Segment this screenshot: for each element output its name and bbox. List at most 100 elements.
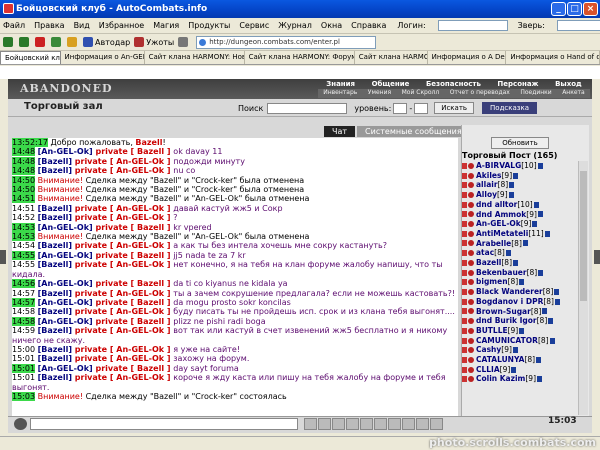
message-from[interactable]: [An-GEL-Ok]: [38, 317, 93, 326]
info-icon[interactable]: [536, 356, 542, 363]
info-icon[interactable]: [538, 269, 544, 276]
user-name[interactable]: allair: [476, 180, 498, 190]
uzhoty-button[interactable]: Ужоты: [134, 37, 174, 47]
private-icon[interactable]: [462, 211, 467, 218]
private-icon[interactable]: [462, 279, 467, 286]
message-time[interactable]: 14:48: [12, 147, 36, 157]
message-time[interactable]: 13:52:17: [12, 138, 48, 147]
message-time[interactable]: 14:51: [12, 194, 36, 204]
private-icon[interactable]: [462, 172, 467, 179]
menu-journal[interactable]: Журнал: [278, 21, 312, 30]
user-name[interactable]: BUTLLE: [476, 326, 508, 336]
private-icon[interactable]: [462, 327, 467, 334]
smiles-icon[interactable]: [332, 418, 345, 430]
message-private-to[interactable]: private [ An-GEL-Ok ]: [72, 289, 173, 298]
chat-options-icon[interactable]: [402, 418, 415, 430]
message-time[interactable]: 14:58: [12, 307, 36, 317]
tab-combats[interactable]: Бойцовский клуб: [0, 51, 61, 64]
private-icon[interactable]: [462, 318, 467, 325]
chat-log[interactable]: 13:52:17 Добро пожаловать, Bazell! 14:48 …: [12, 138, 458, 416]
menu-knowledge[interactable]: Знания: [326, 80, 355, 89]
message-private-to[interactable]: private [ Bazell ]: [93, 364, 174, 373]
message-private-to[interactable]: private [ An-GEL-Ok ]: [72, 166, 173, 175]
user-name[interactable]: Colin Kazim: [476, 374, 525, 384]
private-icon[interactable]: [462, 221, 467, 228]
beast-select[interactable]: [556, 20, 600, 31]
message-from[interactable]: [An-GEL-Ok]: [38, 364, 93, 373]
message-time[interactable]: 14:59: [12, 326, 36, 336]
private-icon[interactable]: [462, 162, 467, 169]
stop-button[interactable]: [35, 37, 47, 47]
message-from[interactable]: [An-GEL-Ok]: [38, 298, 93, 307]
info-icon[interactable]: [519, 327, 525, 334]
message-from[interactable]: [Bazell]: [38, 213, 72, 222]
info-icon[interactable]: [533, 201, 539, 208]
menu-edit[interactable]: Правка: [34, 21, 64, 30]
menu-windows[interactable]: Окна: [321, 21, 342, 30]
message-time[interactable]: 14:58: [12, 316, 36, 326]
message-time[interactable]: 15:01: [12, 373, 36, 383]
message-time[interactable]: 15:01: [12, 363, 36, 373]
level-to-input[interactable]: [414, 102, 429, 114]
message-from[interactable]: [Bazell]: [38, 354, 72, 363]
private-icon[interactable]: [462, 337, 467, 344]
message-time[interactable]: 14:55: [12, 250, 36, 260]
private-icon[interactable]: [462, 298, 467, 305]
info-icon[interactable]: [554, 298, 560, 305]
hint-button[interactable]: Подсказка: [482, 102, 538, 114]
search-input[interactable]: [267, 102, 348, 114]
translit-icon[interactable]: [346, 418, 359, 430]
private-icon[interactable]: [462, 366, 467, 373]
back-button[interactable]: [3, 37, 15, 47]
user-name[interactable]: Bogdanov i DPR: [476, 297, 543, 307]
tab-system-messages[interactable]: Системные сообщения: [357, 126, 470, 137]
info-icon[interactable]: [554, 288, 560, 295]
info-icon[interactable]: [508, 191, 514, 198]
user-name[interactable]: Arabelle: [476, 239, 511, 249]
message-private-to[interactable]: private [ Bazell ]: [93, 251, 174, 260]
message-from[interactable]: [An-GEL-Ok]: [38, 279, 93, 288]
right-collapse-arrow[interactable]: [594, 250, 600, 264]
left-collapse-arrow[interactable]: [0, 250, 6, 264]
menu-favorites[interactable]: Избранное: [99, 21, 144, 30]
message-time[interactable]: 14:57: [12, 288, 36, 298]
menu-communication[interactable]: Общение: [372, 80, 410, 89]
private-icon[interactable]: [462, 308, 467, 315]
message-from[interactable]: [An-GEL-Ok]: [38, 223, 93, 232]
message-private-to[interactable]: private [ An-GEL-Ok ]: [72, 157, 173, 166]
message-time[interactable]: 14:51: [12, 203, 36, 213]
info-icon[interactable]: [537, 162, 543, 169]
message-private-to[interactable]: private [ An-GEL-Ok ]: [72, 326, 173, 335]
submenu-my-scroll[interactable]: Мой Скролл: [402, 89, 440, 98]
message-from[interactable]: [Bazell]: [38, 326, 72, 335]
info-icon[interactable]: [509, 182, 515, 189]
refresh-page-button[interactable]: [51, 37, 63, 47]
home-button[interactable]: [67, 37, 79, 47]
message-from[interactable]: [An-GEL-Ok]: [38, 147, 93, 156]
private-icon[interactable]: [462, 230, 467, 237]
speed-icon[interactable]: [374, 418, 387, 430]
message-private-to[interactable]: private [ An-GEL-Ok ]: [72, 213, 173, 222]
send-icon[interactable]: [304, 418, 317, 430]
private-icon[interactable]: [462, 259, 467, 266]
submenu-fights[interactable]: Поединки: [520, 89, 551, 98]
private-icon[interactable]: [462, 356, 467, 363]
private-icon[interactable]: [462, 182, 467, 189]
chat-exit-icon[interactable]: [430, 418, 443, 430]
private-icon[interactable]: [462, 288, 467, 295]
autodar-button[interactable]: Автодар: [83, 37, 130, 47]
filter-icon[interactable]: [360, 418, 373, 430]
message-time[interactable]: 15:00: [12, 344, 36, 354]
message-from[interactable]: [Bazell]: [38, 241, 72, 250]
user-name[interactable]: CATALUNYA: [476, 355, 524, 365]
private-icon[interactable]: [462, 240, 467, 247]
tab-info-angelok[interactable]: Информация о An-GEL-Ok: [61, 51, 145, 64]
tab-chat[interactable]: Чат: [324, 126, 356, 137]
user-name[interactable]: Bekenbauer: [476, 268, 527, 278]
private-icon[interactable]: [462, 201, 467, 208]
user-name[interactable]: Bazell: [476, 258, 501, 268]
private-icon[interactable]: [462, 269, 467, 276]
private-icon[interactable]: [462, 191, 467, 198]
close-button[interactable]: ×: [583, 2, 598, 16]
info-icon[interactable]: [548, 318, 554, 325]
